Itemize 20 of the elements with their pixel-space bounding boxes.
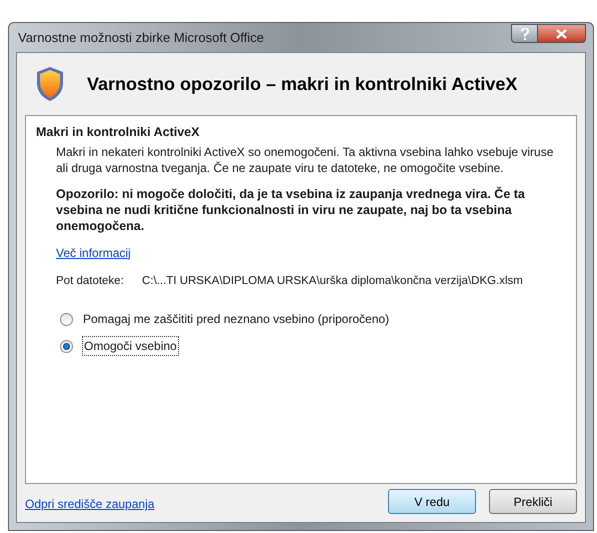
dialog-button[interactable]: V redu: [388, 489, 476, 514]
close-button[interactable]: [538, 24, 586, 43]
window-title: Varnostne možnosti zbirke Microsoft Office: [17, 28, 264, 47]
radio-button[interactable]: [60, 340, 73, 352]
close-icon: [556, 28, 567, 38]
warning-text: Opozorilo: ni mogoče določiti, da je ta vsebina iz zaupanja vrednega vira. Če ta vsebina ne nudi kritične funkcionalnosti in viru ne zaupate, naj bo ta vsebina onemogočena.: [56, 186, 526, 234]
dialog-heading: Varnostno opozorilo – makri in kontrolniki ActiveX: [87, 72, 518, 96]
dialog-button[interactable]: Prekliči: [489, 489, 577, 514]
path-label: Pot datoteke:: [56, 274, 125, 289]
trust-center-link[interactable]: Odpri središče zaupanja: [25, 495, 154, 513]
help-button[interactable]: [511, 24, 538, 43]
help-icon: [520, 28, 528, 40]
section-title: Makri in kontrolniki ActiveX: [36, 124, 200, 141]
radio-button[interactable]: [60, 312, 73, 326]
shield-icon: [35, 66, 65, 102]
more-info-link[interactable]: Več informacij: [56, 244, 131, 262]
radio-label: Pomagaj me zaščititi pred neznano vsebino (priporočeno): [83, 311, 390, 328]
radio-label: Omogoči vsebino: [83, 337, 178, 355]
description-text: Makri in nekateri kontrolniki ActiveX so onemogočeni. Ta aktivna vsebina lahko vsebuje viruse ali druga varnostna tveganja. Če ne zaupate viru te datoteke, ne omogočite vsebine.: [56, 144, 554, 176]
path-value: C:\...TI URSKA\DIPLOMA URSKA\urška diploma\končna verzija\DKG.xlsm: [142, 274, 523, 289]
